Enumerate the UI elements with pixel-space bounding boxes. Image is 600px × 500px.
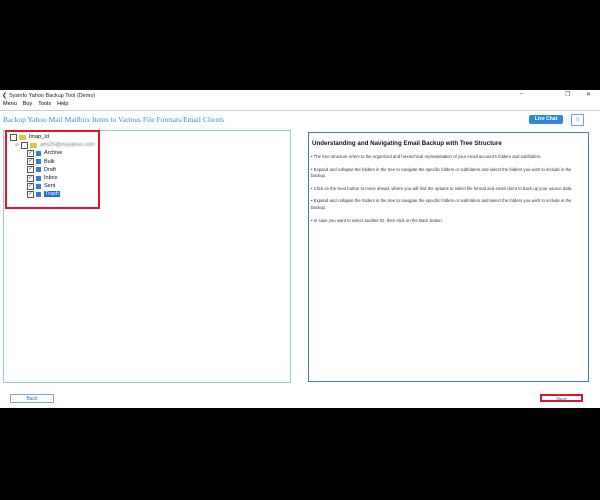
minimize-button[interactable]: –	[520, 91, 523, 97]
page-heading: Backup Yahoo Mail Mailbox Items to Vario…	[3, 115, 225, 124]
info-bullet: • Expand and collapse the folders in the…	[311, 166, 572, 179]
maximize-button[interactable]: ❐	[565, 91, 570, 98]
menu-help[interactable]: Help	[57, 101, 68, 107]
menu-menu[interactable]: Menu	[3, 101, 17, 107]
info-bullet: • In case you want to select another ID,…	[311, 217, 443, 223]
info-bullet: • The tree structure refers to the organ…	[311, 154, 542, 159]
app-window: ❮ Sysinfo Yahoo Backup Tool (Demo) – ❐ ✕…	[0, 90, 600, 408]
highlight-box	[5, 130, 100, 209]
info-panel: Understanding and Navigating Email Backu…	[308, 132, 589, 382]
title-bar: ❮ Sysinfo Yahoo Backup Tool (Demo) – ❐ ✕	[0, 90, 600, 101]
close-button[interactable]: ✕	[586, 91, 591, 98]
back-button[interactable]: Back	[10, 394, 54, 403]
menu-buy[interactable]: Buy	[23, 101, 32, 107]
hamburger-menu-icon[interactable]: ≡	[571, 114, 584, 126]
menu-tools[interactable]: Tools	[38, 101, 51, 107]
window-title: Sysinfo Yahoo Backup Tool (Demo)	[9, 93, 96, 99]
info-bullet: • Expand and collapse the folders in the…	[311, 198, 572, 210]
live-chat-button[interactable]: Live Chat	[529, 115, 563, 124]
info-body: • The tree structure refers to the organ…	[311, 154, 581, 230]
menu-bar: Menu Buy Tools Help	[0, 101, 600, 111]
info-bullet: • Click on the Next button to move ahead…	[311, 185, 573, 191]
next-button[interactable]: Next	[540, 394, 583, 403]
info-title: Understanding and Navigating Email Backu…	[312, 140, 502, 147]
app-icon: ❮	[2, 93, 8, 99]
